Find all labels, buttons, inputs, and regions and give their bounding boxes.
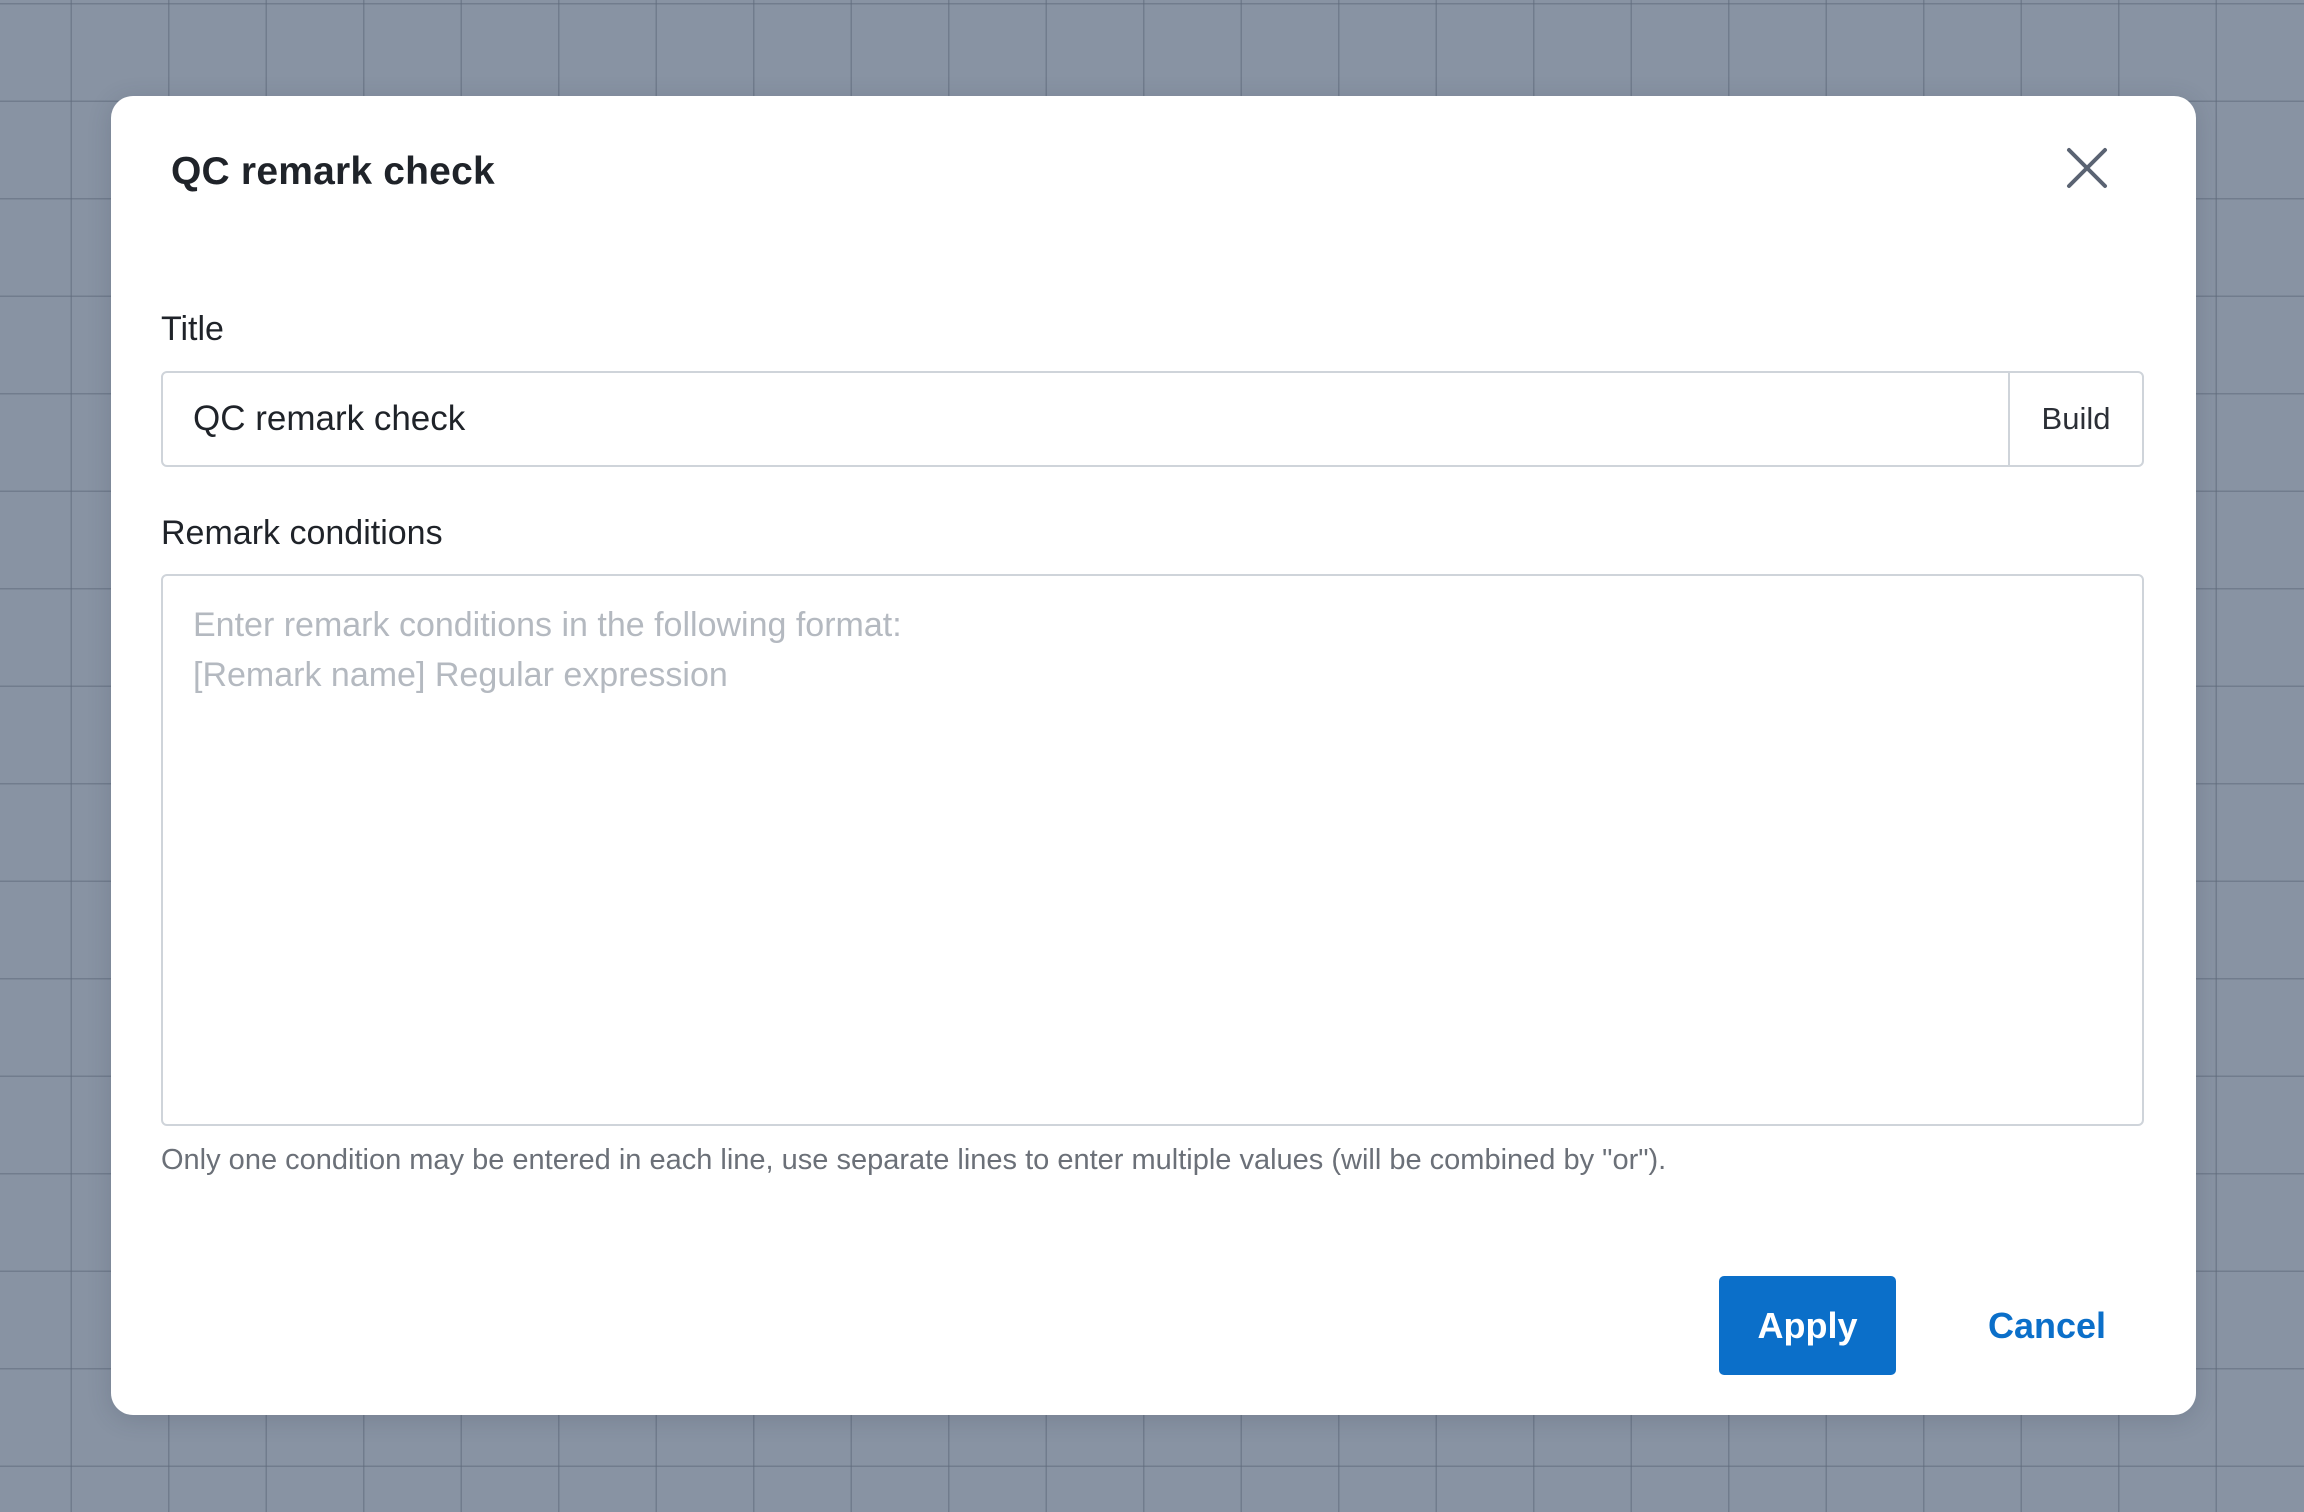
qc-remark-check-dialog: QC remark check Title Build Remark condi… xyxy=(111,96,2196,1415)
remark-conditions-label: Remark conditions xyxy=(161,514,443,552)
apply-button[interactable]: Apply xyxy=(1719,1276,1896,1375)
remark-conditions-hint: Only one condition may be entered in eac… xyxy=(161,1144,1667,1176)
remark-conditions-textarea[interactable] xyxy=(161,574,2144,1126)
dialog-title: QC remark check xyxy=(171,150,495,193)
title-input[interactable] xyxy=(163,373,2008,465)
build-button[interactable]: Build xyxy=(2008,373,2142,465)
title-input-group: Build xyxy=(161,371,2144,467)
close-icon xyxy=(2067,148,2107,188)
close-button[interactable] xyxy=(2061,142,2113,194)
title-label: Title xyxy=(161,310,224,348)
cancel-button[interactable]: Cancel xyxy=(1971,1276,2123,1375)
